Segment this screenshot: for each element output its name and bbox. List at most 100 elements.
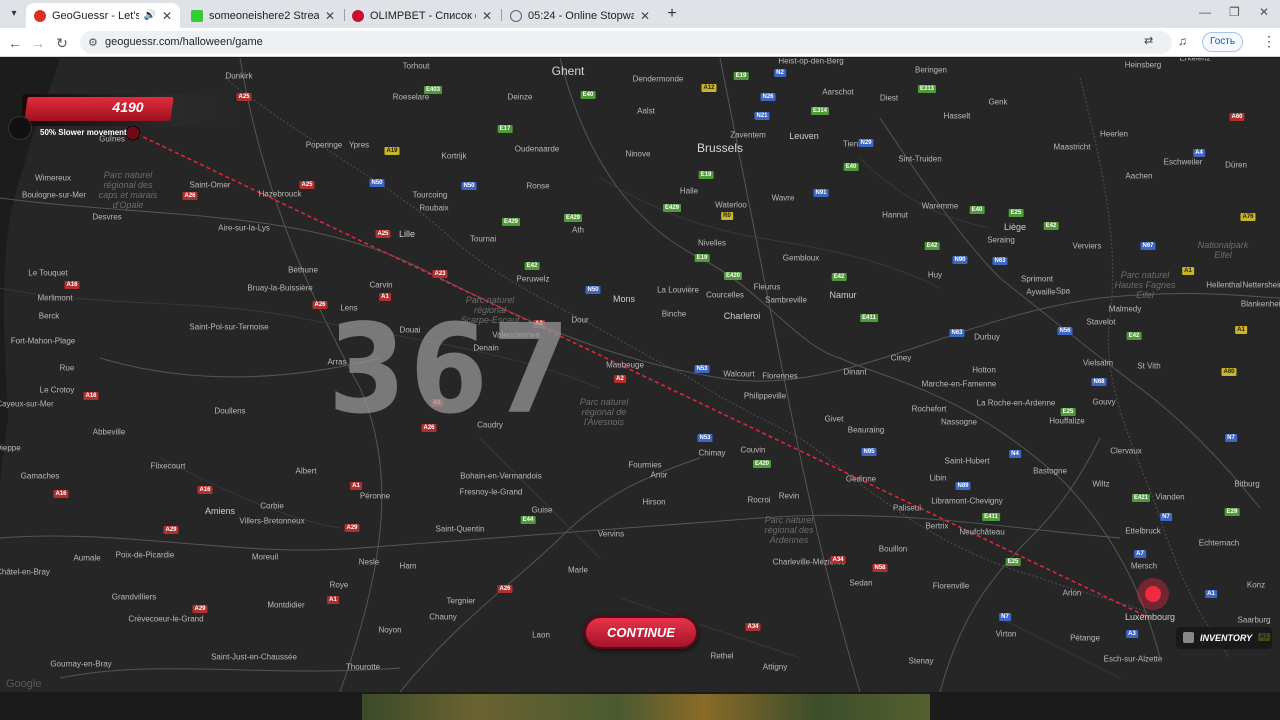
city-label: Carvin — [369, 280, 393, 290]
back-icon[interactable]: ← — [6, 34, 24, 52]
round-score: 4190 — [112, 99, 144, 115]
continue-button[interactable]: CONTINUE — [584, 616, 698, 649]
city-label: Nassogne — [940, 417, 978, 427]
site-info-icon[interactable]: ⚙ — [88, 36, 98, 49]
city-label: Esch-sur-Alzette — [1103, 654, 1163, 664]
profile-label: Гость — [1210, 36, 1236, 47]
audio-playing-icon[interactable]: 🔊 — [143, 10, 155, 21]
distance-ghost-number: 367 — [328, 298, 574, 442]
minimize-icon[interactable]: — — [1199, 5, 1211, 19]
city-label: Halle — [679, 186, 699, 196]
city-label: Kortrijk — [441, 151, 467, 161]
park-label: Nationalpark Eifel — [1197, 240, 1249, 260]
new-tab-icon[interactable]: + — [664, 6, 680, 22]
road-shield: A1 — [1235, 326, 1247, 334]
media-controls-icon[interactable]: ♫ — [1178, 34, 1187, 48]
city-label: Hotton — [972, 365, 996, 375]
road-shield: E420 — [723, 272, 743, 280]
park-label: Parc naturel régional des caps et marais… — [98, 170, 158, 210]
road-shield: A4 — [1193, 149, 1205, 157]
close-window-icon[interactable]: ✕ — [1259, 5, 1269, 19]
city-label: Florennes — [762, 371, 798, 381]
city-label: Hirson — [642, 497, 666, 507]
city-label: Dendermonde — [632, 74, 684, 84]
city-label: Maastricht — [1053, 142, 1091, 152]
road-shield: E42 — [524, 262, 540, 270]
tab-search-icon[interactable]: ▾ — [6, 6, 22, 22]
tab-geoguessr[interactable]: GeoGuessr - Let's explore the 🔊 ✕ — [26, 3, 180, 28]
park-label: Parc naturel Hautes Fagnes Eifel — [1114, 270, 1176, 300]
road-shield: A26 — [182, 192, 198, 200]
city-label: Ypres — [348, 140, 370, 150]
city-label: Saint-Quentin — [435, 524, 485, 534]
road-shield: N63 — [992, 257, 1008, 265]
city-label: Spa — [1055, 286, 1071, 296]
address-bar[interactable]: ⚙ geoguessr.com/halloween/game — [80, 31, 1172, 54]
park-label: Parc naturel régional de l'Avesnois — [579, 397, 629, 427]
city-label: Tourcoing — [412, 190, 448, 200]
city-label: Maubeuge — [606, 360, 644, 370]
road-shield: A34 — [830, 556, 846, 564]
more-menu-icon[interactable]: ⋮ — [1262, 33, 1276, 50]
city-label: Aachen — [1125, 171, 1153, 181]
city-label: Liège — [1003, 222, 1027, 232]
city-label: Heinsberg — [1124, 60, 1162, 70]
road-shield: E19 — [694, 254, 710, 262]
road-shield: N29 — [858, 139, 874, 147]
result-map[interactable]: Ghent Brussels Lille Mons Namur Charleroi Lièg… — [0, 58, 1280, 692]
city-label: Dunkirk — [225, 71, 253, 81]
city-label: Heerlen — [1099, 129, 1129, 139]
city-label: Rochefort — [911, 404, 947, 414]
maximize-icon[interactable]: ❐ — [1229, 5, 1240, 19]
road-shield: E411 — [982, 513, 1000, 521]
tab-stopwatch[interactable]: 05:24 - Online Stopwatch - vClock ✕ — [502, 3, 658, 28]
close-tab-icon[interactable]: ✕ — [325, 9, 335, 23]
city-label: Sint-Truiden — [898, 154, 942, 164]
city-label: Albert — [295, 466, 317, 476]
city-label: Erkelenz — [1179, 58, 1211, 63]
city-label: Rocroi — [747, 495, 771, 505]
road-shield: A60 — [1221, 368, 1237, 376]
city-label: Tergnier — [446, 596, 476, 606]
backpack-icon — [1183, 632, 1194, 643]
city-label: Waterloo — [715, 200, 747, 210]
profile-button[interactable]: Гость — [1202, 32, 1244, 52]
city-label: Waremme — [921, 201, 959, 211]
city-label: Genk — [988, 97, 1008, 107]
city-label: Sambreville — [765, 295, 807, 305]
city-label: Abbeville — [92, 427, 126, 437]
city-label: Chauny — [429, 612, 457, 622]
forward-icon[interactable]: → — [29, 34, 47, 52]
translate-icon[interactable]: ⇄ — [1144, 34, 1153, 47]
close-tab-icon[interactable]: ✕ — [162, 9, 172, 23]
continue-label: CONTINUE — [607, 625, 675, 640]
city-label: Walcourt — [723, 369, 755, 379]
road-shield: A23 — [432, 270, 448, 278]
tab-stream[interactable]: someoneishere2 Stream - Watch ✕ — [183, 3, 343, 28]
road-shield: N58 — [872, 564, 888, 572]
minor-road — [859, 157, 991, 229]
road-shield: E429 — [501, 218, 521, 226]
reload-icon[interactable]: ↻ — [53, 34, 71, 52]
road-shield: E420 — [752, 460, 772, 468]
city-label: Marche-en-Famenne — [921, 379, 997, 389]
city-label: Blankenheim — [1240, 299, 1280, 309]
city-label: Villers-Bretonneux — [239, 516, 305, 526]
road-shield: A76 — [1240, 213, 1256, 221]
close-tab-icon[interactable]: ✕ — [640, 9, 650, 23]
city-label: Dinant — [843, 367, 867, 377]
effect-label: 50% Slower movement — [40, 128, 127, 137]
city-label: Verviers — [1072, 241, 1102, 251]
city-label: Poperinge — [305, 140, 343, 150]
city-label: Rue — [59, 363, 75, 373]
road-shield: A3 — [1126, 630, 1138, 638]
city-label: Libin — [929, 473, 947, 483]
tab-olimpbet[interactable]: OLIMPBET - Список спортивных ✕ — [344, 3, 500, 28]
close-tab-icon[interactable]: ✕ — [482, 9, 492, 23]
road-shield: N63 — [949, 329, 965, 337]
road-shield: E25 — [1005, 558, 1021, 566]
city-label: Boulogne-sur-Mer — [21, 190, 87, 200]
road-shield: E25 — [1060, 408, 1076, 416]
city-label: Givet — [824, 414, 844, 424]
city-label: Béthune — [288, 265, 318, 275]
